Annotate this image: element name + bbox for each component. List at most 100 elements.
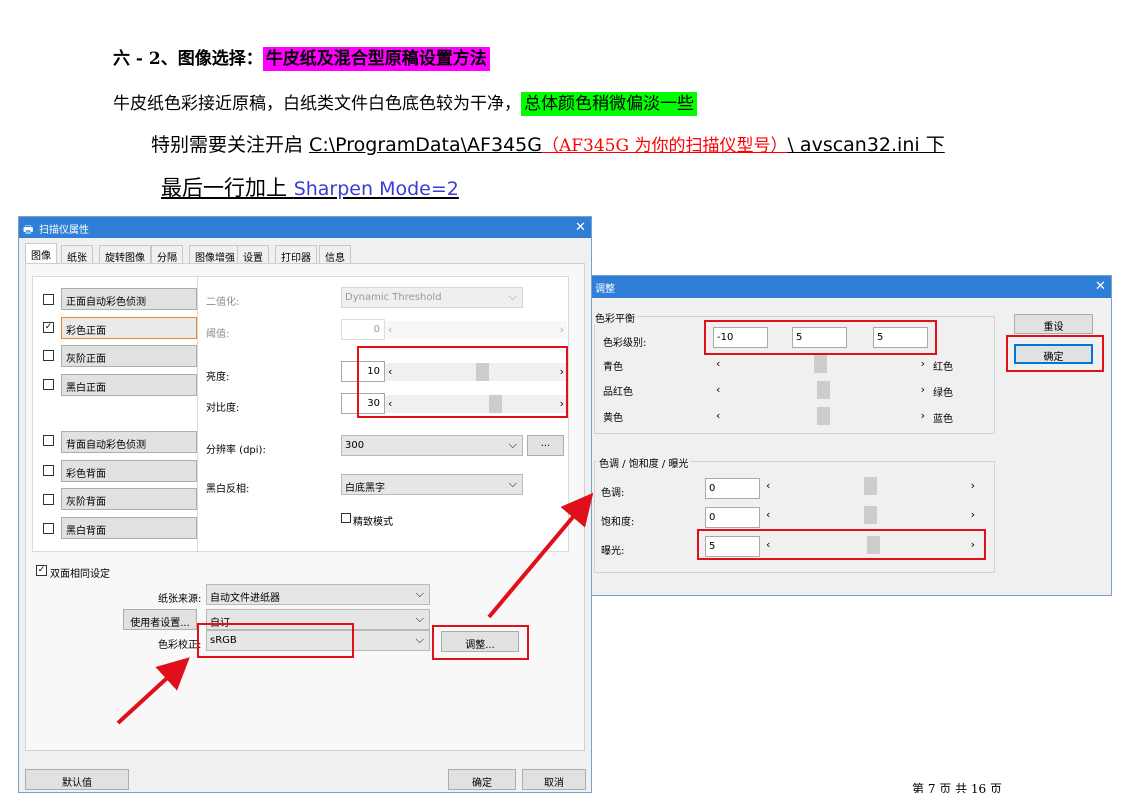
config-file-name: \ avscan32.ini — [787, 134, 920, 156]
default-button[interactable]: 默认值 — [25, 769, 129, 790]
slider-left-arrow-icon[interactable]: ‹ — [716, 383, 720, 396]
reset-button[interactable]: 重设 — [1014, 314, 1093, 334]
option-color-back[interactable]: 彩色背面 — [61, 460, 197, 482]
config-setting-line: 最后一行加上 Sharpen Mode=2 — [161, 172, 459, 202]
magenta-green-slider-thumb[interactable] — [817, 381, 831, 399]
scanner-icon: 🖶 — [23, 223, 34, 236]
cyan-label: 青色 — [603, 362, 623, 373]
checkbox-bw-front[interactable] — [43, 379, 54, 390]
close-icon[interactable]: ✕ — [1095, 279, 1106, 294]
brightness-label: 亮度: — [206, 372, 230, 383]
section-heading: 六 - 2、图像选择： 牛皮纸及混合型原稿设置方法 — [113, 44, 490, 71]
slider-right-arrow-icon[interactable]: › — [560, 323, 564, 336]
slider-right-arrow-icon[interactable]: › — [921, 357, 925, 370]
slider-right-arrow-icon[interactable]: › — [921, 409, 925, 422]
magenta-green-slider[interactable]: ‹ › — [713, 381, 928, 399]
paper-source-value: 自动文件进纸器 — [210, 593, 280, 604]
resolution-select[interactable]: 300 ⌵ — [341, 435, 523, 456]
resolution-value: 300 — [345, 440, 365, 451]
checkbox-color-front[interactable]: ✓ — [43, 322, 54, 333]
color-balance-title: 色彩平衡 — [593, 310, 637, 325]
bw-invert-select[interactable]: 白底黑字 ⌵ — [341, 474, 523, 495]
cyan-red-slider-thumb[interactable] — [814, 355, 827, 373]
saturation-slider-thumb[interactable] — [864, 506, 877, 524]
adjust-ok-highlight-box — [1006, 335, 1104, 372]
bw-invert-label: 黑白反相: — [206, 484, 250, 495]
fine-mode-checkbox[interactable] — [341, 513, 351, 523]
config-path-suffix: 下 — [919, 134, 945, 156]
option-gray-back[interactable]: 灰阶背面 — [61, 488, 197, 510]
tab-info[interactable]: 信息 — [319, 245, 351, 264]
checkbox-color-back[interactable] — [43, 465, 54, 476]
option-gray-front[interactable]: 灰阶正面 — [61, 345, 197, 367]
ok-button[interactable]: 确定 — [448, 769, 516, 790]
cyan-red-slider[interactable]: ‹ › — [713, 355, 928, 373]
checkbox-bw-back[interactable] — [43, 523, 54, 534]
slider-left-arrow-icon[interactable]: ‹ — [766, 508, 770, 521]
heading-prefix: 六 - 2、图像选择： — [113, 49, 263, 69]
dialog-title: 扫描仪属性 — [39, 225, 89, 236]
checkbox-back-auto-color[interactable] — [43, 435, 54, 446]
config-path-line: 特别需要关注开启 C:\ProgramData\AF345G（AF345G 为你… — [151, 130, 945, 157]
saturation-slider[interactable]: ‹ › — [763, 506, 978, 524]
tab-image[interactable]: 图像 — [25, 243, 57, 264]
fine-mode-label: 精致模式 — [353, 517, 393, 528]
cancel-button[interactable]: 取消 — [522, 769, 586, 790]
binarize-value: Dynamic Threshold — [345, 292, 442, 303]
tab-paper[interactable]: 纸张 — [61, 245, 93, 264]
checkbox-front-auto-color[interactable] — [43, 294, 54, 305]
blue-label: 蓝色 — [933, 414, 953, 425]
threshold-field[interactable]: 0 — [341, 319, 385, 340]
yellow-blue-slider[interactable]: ‹ › — [713, 407, 928, 425]
yellow-blue-slider-thumb[interactable] — [817, 407, 831, 425]
chevron-down-icon: ⌵ — [415, 587, 424, 600]
config-path-note: （AF345G 为你的扫描仪型号） — [541, 136, 788, 156]
slider-left-arrow-icon[interactable]: ‹ — [388, 323, 392, 336]
slider-right-arrow-icon[interactable]: › — [971, 508, 975, 521]
description-text: 牛皮纸色彩接近原稿，白纸类文件白色底色较为干净， — [113, 94, 521, 114]
same-setting-checkbox[interactable]: ✓ — [36, 565, 47, 576]
heading-highlight: 牛皮纸及混合型原稿设置方法 — [262, 47, 490, 71]
saturation-field[interactable]: 0 — [705, 507, 760, 528]
hue-slider-thumb[interactable] — [864, 477, 877, 495]
tab-separation[interactable]: 分隔 — [151, 245, 183, 264]
scanner-properties-dialog: 🖶 扫描仪属性 ✕ 图像 纸张 旋转图像 分隔 图像增强 设置 打印器 信息 正… — [18, 216, 592, 793]
paper-source-label: 纸张来源: — [158, 594, 202, 605]
close-icon[interactable]: ✕ — [575, 220, 586, 235]
tab-imprinter[interactable]: 打印器 — [275, 245, 317, 264]
option-color-front[interactable]: 彩色正面 — [61, 317, 197, 339]
paper-source-select[interactable]: 自动文件进纸器 ⌵ — [206, 584, 430, 605]
binarize-select[interactable]: Dynamic Threshold ⌵ — [341, 287, 523, 308]
option-front-auto-color[interactable]: 正面自动彩色侦测 — [61, 288, 197, 310]
user-settings-button[interactable]: 使用者设置... — [123, 609, 197, 630]
tab-settings[interactable]: 设置 — [237, 245, 269, 264]
magenta-label: 品红色 — [603, 387, 633, 398]
checkbox-gray-back[interactable] — [43, 494, 54, 505]
option-bw-front[interactable]: 黑白正面 — [61, 374, 197, 396]
color-correction-label: 色彩校正: — [158, 640, 202, 651]
threshold-slider[interactable]: ‹ › — [385, 321, 567, 339]
hue-slider[interactable]: ‹ › — [763, 477, 978, 495]
hue-field[interactable]: 0 — [705, 478, 760, 499]
chevron-down-icon: ⌵ — [415, 633, 424, 646]
hue-label: 色调: — [601, 488, 625, 499]
option-back-auto-color[interactable]: 背面自动彩色侦测 — [61, 431, 197, 453]
resolution-more-button[interactable]: ... — [527, 435, 564, 456]
slider-left-arrow-icon[interactable]: ‹ — [766, 479, 770, 492]
chevron-down-icon: ⌵ — [508, 477, 517, 490]
slider-right-arrow-icon[interactable]: › — [921, 383, 925, 396]
slider-right-arrow-icon[interactable]: › — [971, 479, 975, 492]
slider-left-arrow-icon[interactable]: ‹ — [716, 409, 720, 422]
chevron-down-icon: ⌵ — [508, 290, 517, 303]
tab-rotate-image[interactable]: 旋转图像 — [99, 245, 151, 264]
slider-left-arrow-icon[interactable]: ‹ — [716, 357, 720, 370]
binarize-label: 二值化: — [206, 297, 240, 308]
resolution-label: 分辨率 (dpi): — [206, 445, 266, 456]
tab-image-enhance[interactable]: 图像增强 — [189, 245, 241, 264]
exposure-highlight-box — [697, 529, 986, 560]
green-label: 绿色 — [933, 388, 953, 399]
checkbox-gray-front[interactable] — [43, 350, 54, 361]
config-path-prefix: 特别需要关注开启 — [151, 134, 310, 156]
image-tab-panel: 正面自动彩色侦测 ✓ 彩色正面 灰阶正面 黑白正面 背面自动彩色侦测 彩色背面 … — [25, 263, 585, 751]
option-bw-back[interactable]: 黑白背面 — [61, 517, 197, 539]
